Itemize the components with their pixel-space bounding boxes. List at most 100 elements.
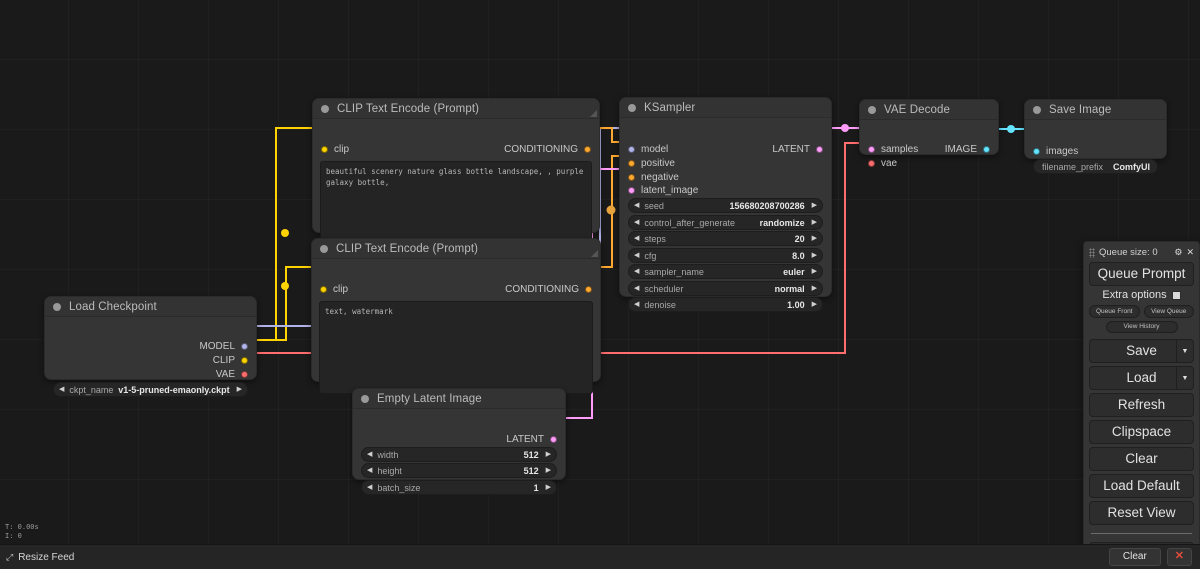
prompt-textarea-positive[interactable]: beautiful scenery nature glass bottle la… [320,161,592,245]
collapse-dot-icon[interactable] [53,302,61,311]
slot-dot-latent[interactable] [550,435,557,443]
slot-dot-latent[interactable] [816,145,823,153]
widget-steps[interactable]: ◀ steps 20 ▶ [628,231,823,246]
load-default-button[interactable]: Load Default [1089,474,1194,498]
input-slot-model[interactable]: model [628,142,668,156]
queue-front-button[interactable]: Queue Front [1089,305,1140,318]
node-title-bar[interactable]: KSampler [620,98,831,118]
decrement-arrow-icon[interactable]: ◀ [634,202,639,209]
refresh-button[interactable]: Refresh [1089,393,1194,417]
chevron-down-icon[interactable]: ▼ [1176,340,1193,362]
input-slot-vae[interactable]: vae [868,156,897,170]
slot-dot-model[interactable] [241,342,248,350]
output-slot-latent[interactable]: LATENT [772,142,823,156]
node-resize-handle[interactable] [590,110,597,117]
increment-arrow-icon[interactable]: ▶ [812,301,817,308]
increment-arrow-icon[interactable]: ▶ [812,235,817,242]
input-slot-images[interactable]: images [1033,144,1078,158]
widget-scheduler[interactable]: ◀ scheduler normal ▶ [628,281,823,296]
slot-dot-clip[interactable] [320,285,327,293]
close-icon[interactable]: ✕ [1186,248,1194,257]
widget-filename-prefix[interactable]: filename_prefix ComfyUI [1033,159,1158,174]
collapse-dot-icon[interactable] [1033,105,1041,114]
slot-dot-clip[interactable] [241,356,248,364]
input-slot-negative[interactable]: negative [628,170,679,184]
widget-denoise[interactable]: ◀ denoise 1.00 ▶ [628,297,823,312]
increment-arrow-icon[interactable]: ▶ [546,451,551,458]
widget-cfg[interactable]: ◀ cfg 8.0 ▶ [628,248,823,263]
decrement-arrow-icon[interactable]: ◀ [634,252,639,259]
node-title-bar[interactable]: CLIP Text Encode (Prompt) [313,99,599,119]
slot-dot-conditioning[interactable] [584,145,591,153]
decrement-arrow-icon[interactable]: ◀ [634,235,639,242]
increment-arrow-icon[interactable]: ▶ [237,386,242,393]
slot-dot-conditioning[interactable] [585,285,592,293]
save-button[interactable]: Save ▼ [1089,339,1194,363]
output-slot-image[interactable]: IMAGE [945,142,990,156]
decrement-arrow-icon[interactable]: ◀ [367,451,372,458]
collapse-dot-icon[interactable] [320,244,328,253]
increment-arrow-icon[interactable]: ▶ [812,268,817,275]
increment-arrow-icon[interactable]: ▶ [812,285,817,292]
chevron-down-icon[interactable]: ▼ [1176,367,1193,389]
node-clip-text-encode-negative[interactable]: CLIP Text Encode (Prompt) clip CONDITION… [311,238,601,394]
increment-arrow-icon[interactable]: ▶ [546,484,551,491]
slot-dot-images[interactable] [1033,147,1040,155]
drag-handle-icon[interactable] [1089,247,1095,258]
increment-arrow-icon[interactable]: ▶ [812,219,817,226]
collapse-dot-icon[interactable] [361,394,369,403]
reset-view-button[interactable]: Reset View [1089,501,1194,525]
increment-arrow-icon[interactable]: ▶ [546,467,551,474]
slot-dot-samples[interactable] [868,145,875,153]
output-slot-vae[interactable]: VAE [216,367,248,381]
node-empty-latent-image[interactable]: Empty Latent Image LATENT ◀ width 512 ▶ … [352,388,566,495]
menu-header[interactable]: Queue size: 0 ⚙ ✕ [1089,246,1194,262]
decrement-arrow-icon[interactable]: ◀ [634,268,639,275]
clear-button[interactable]: Clear [1089,447,1194,471]
comfyui-canvas[interactable]: Load Checkpoint MODEL CLIP VAE ◀ ckpt_na… [0,0,1200,569]
widget-width[interactable]: ◀ width 512 ▶ [361,447,557,462]
prompt-textarea-negative[interactable]: text, watermark [319,301,593,394]
decrement-arrow-icon[interactable]: ◀ [367,467,372,474]
slot-dot-clip[interactable] [321,145,328,153]
slot-dot-vae[interactable] [241,370,248,378]
collapse-dot-icon[interactable] [868,105,876,114]
widget-seed[interactable]: ◀ seed 156680208700286 ▶ [628,198,823,213]
image-feed-bar[interactable]: ⤢ Resize Feed Clear ✕ [0,544,1200,569]
decrement-arrow-icon[interactable]: ◀ [634,301,639,308]
view-history-button[interactable]: View History [1105,320,1178,333]
output-slot-clip[interactable]: CLIP [213,353,248,367]
output-slot-latent[interactable]: LATENT [506,432,557,446]
decrement-arrow-icon[interactable]: ◀ [367,484,372,491]
queue-prompt-button[interactable]: Queue Prompt [1089,262,1194,286]
input-slot-clip[interactable]: clip [320,282,348,296]
widget-batch-size[interactable]: ◀ batch_size 1 ▶ [361,480,557,495]
clear-feed-button[interactable]: Clear [1108,548,1161,566]
input-slot-clip[interactable]: clip [321,142,349,156]
node-clip-text-encode-positive[interactable]: CLIP Text Encode (Prompt) clip CONDITION… [312,98,600,245]
decrement-arrow-icon[interactable]: ◀ [634,285,639,292]
input-slot-samples[interactable]: samples [868,142,918,156]
slot-dot-positive[interactable] [628,159,635,167]
slot-dot-latent-image[interactable] [628,186,635,194]
input-slot-latent-image[interactable]: latent_image [628,183,698,197]
gear-icon[interactable]: ⚙ [1174,248,1182,257]
node-title-bar[interactable]: VAE Decode [860,100,998,120]
node-resize-handle[interactable] [591,250,598,257]
widget-ckpt-name[interactable]: ◀ ckpt_name v1-5-pruned-emaonly.ckpt ▶ [53,382,248,397]
node-title-bar[interactable]: Empty Latent Image [353,389,565,409]
slot-dot-vae[interactable] [868,159,875,167]
collapse-dot-icon[interactable] [628,103,636,112]
node-load-checkpoint[interactable]: Load Checkpoint MODEL CLIP VAE ◀ ckpt_na… [44,296,257,397]
comfy-menu-panel[interactable]: Queue size: 0 ⚙ ✕ Queue Prompt Extra opt… [1083,241,1200,569]
output-slot-model[interactable]: MODEL [199,339,248,353]
node-vae-decode[interactable]: VAE Decode samples vae IMAGE [859,99,999,169]
widget-height[interactable]: ◀ height 512 ▶ [361,463,557,478]
resize-feed-button[interactable]: ⤢ Resize Feed [6,552,74,563]
node-title-bar[interactable]: CLIP Text Encode (Prompt) [312,239,600,259]
node-ksampler[interactable]: KSampler model positive negative latent_… [619,97,832,312]
decrement-arrow-icon[interactable]: ◀ [634,219,639,226]
slot-dot-negative[interactable] [628,173,635,181]
increment-arrow-icon[interactable]: ▶ [812,202,817,209]
increment-arrow-icon[interactable]: ▶ [812,252,817,259]
